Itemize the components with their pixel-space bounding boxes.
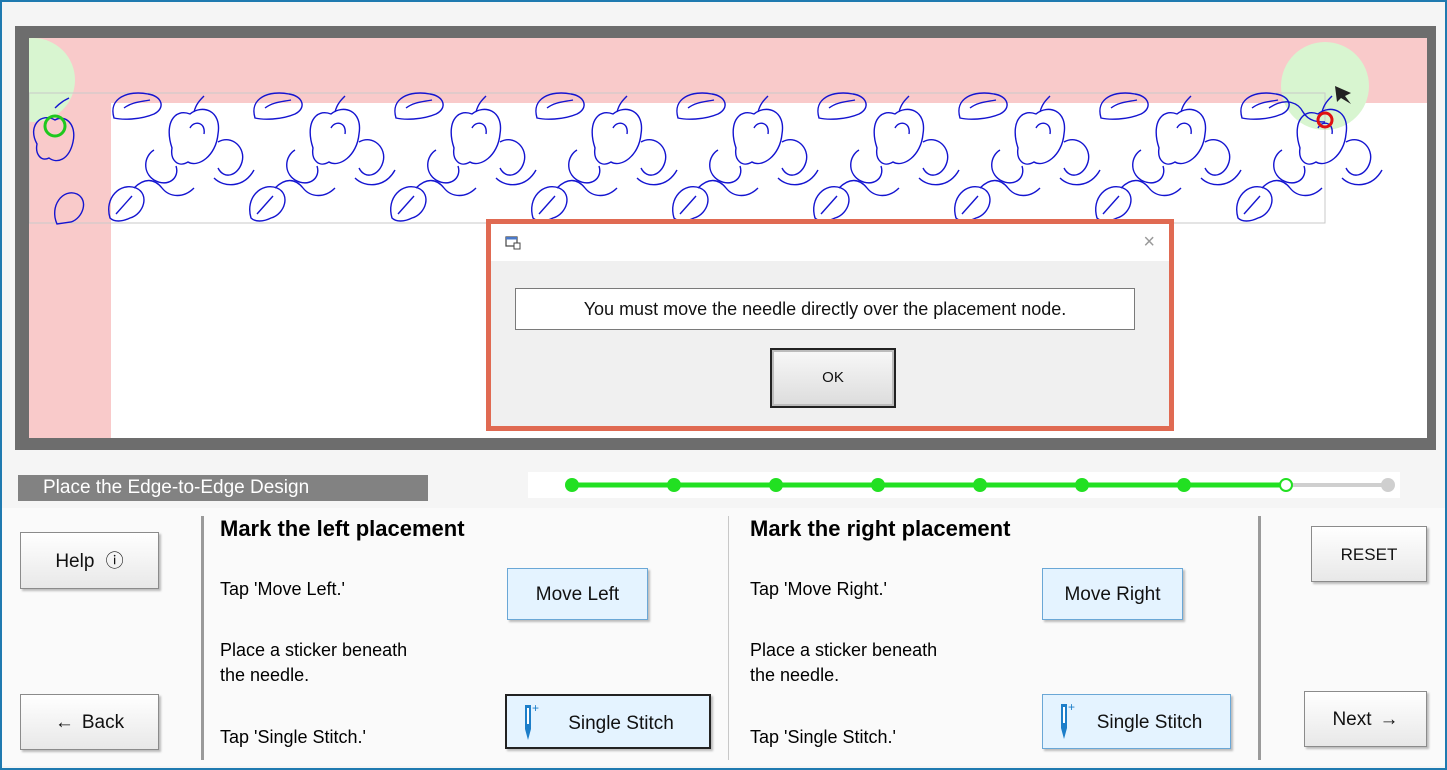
app-window: × You must move the needle directly over… [0,0,1447,770]
move-right-button[interactable]: Move Right [1042,568,1183,620]
start-node [43,114,67,138]
right-instr-move: Tap 'Move Right.' [750,579,887,599]
left-heading: Mark the left placement [220,516,465,541]
apple-motif [32,117,75,162]
dialog-titlebar: × [491,224,1169,261]
right-single-stitch-button[interactable]: + Single Stitch [1042,694,1231,749]
step-title: Place the Edge-to-Edge Design [18,475,428,501]
alert-dialog: × You must move the needle directly over… [486,219,1174,431]
reset-button[interactable]: RESET [1311,526,1427,582]
apple-motif [813,92,960,222]
progress-step [769,478,783,492]
right-single-stitch-label: Single Stitch [1096,712,1203,733]
ok-button[interactable]: OK [770,348,896,408]
progress-step [1075,478,1089,492]
apple-motif [954,92,1101,222]
back-arrow-icon: ← [54,712,74,733]
left-instr-sticker-1: Place a sticker beneath [220,640,408,660]
progress-step [871,478,885,492]
apple-motif [1095,92,1242,222]
dialog-message: You must move the needle directly over t… [515,288,1135,330]
left-instr-move: Tap 'Move Left.' [220,579,345,599]
step-progress [528,472,1400,498]
right-instr-stitch: Tap 'Single Stitch.' [750,727,896,747]
progress-step [667,478,681,492]
progress-step [565,478,579,492]
left-instr-stitch: Tap 'Single Stitch.' [220,727,366,747]
next-label: Next [1332,709,1372,730]
back-label: Back [81,712,125,733]
needle-icon: + [525,702,539,740]
move-left-button[interactable]: Move Left [507,568,648,620]
back-button[interactable]: ← Back [20,694,159,750]
leaf-motif [54,192,85,225]
control-panel: Help ⓘ ← Back Mark the left placement Tap… [2,508,1445,766]
apple-motif [249,92,396,222]
next-button[interactable]: Next → [1304,691,1427,747]
start-zone [29,38,75,122]
close-icon[interactable]: × [1143,230,1155,254]
apple-motif [672,92,819,222]
help-icon: ⓘ [105,551,124,571]
window-icon [505,236,521,250]
needle-icon: + [1061,701,1075,739]
progress-step [1177,478,1191,492]
progress-step [973,478,987,492]
right-heading: Mark the right placement [750,516,1011,541]
help-label: Help [55,551,95,572]
right-instr-sticker-1: Place a sticker beneath [750,640,938,660]
progress-step [1381,478,1395,492]
apple-motif [390,92,537,222]
left-single-stitch-label: Single Stitch [568,713,674,734]
apple-motif [108,92,255,222]
left-single-stitch-button[interactable]: + Single Stitch [505,694,711,749]
svg-text:+: + [532,702,539,715]
divider [1258,516,1261,760]
apple-motif [531,92,678,222]
left-instr-sticker-2: the needle. [220,665,310,685]
svg-text:+: + [1068,701,1075,714]
progress-current-step [1279,478,1293,492]
divider [728,516,729,760]
divider [201,516,204,760]
right-instr-sticker-2: the needle. [750,665,840,685]
next-arrow-icon: → [1379,709,1399,730]
help-button[interactable]: Help ⓘ [20,532,159,589]
